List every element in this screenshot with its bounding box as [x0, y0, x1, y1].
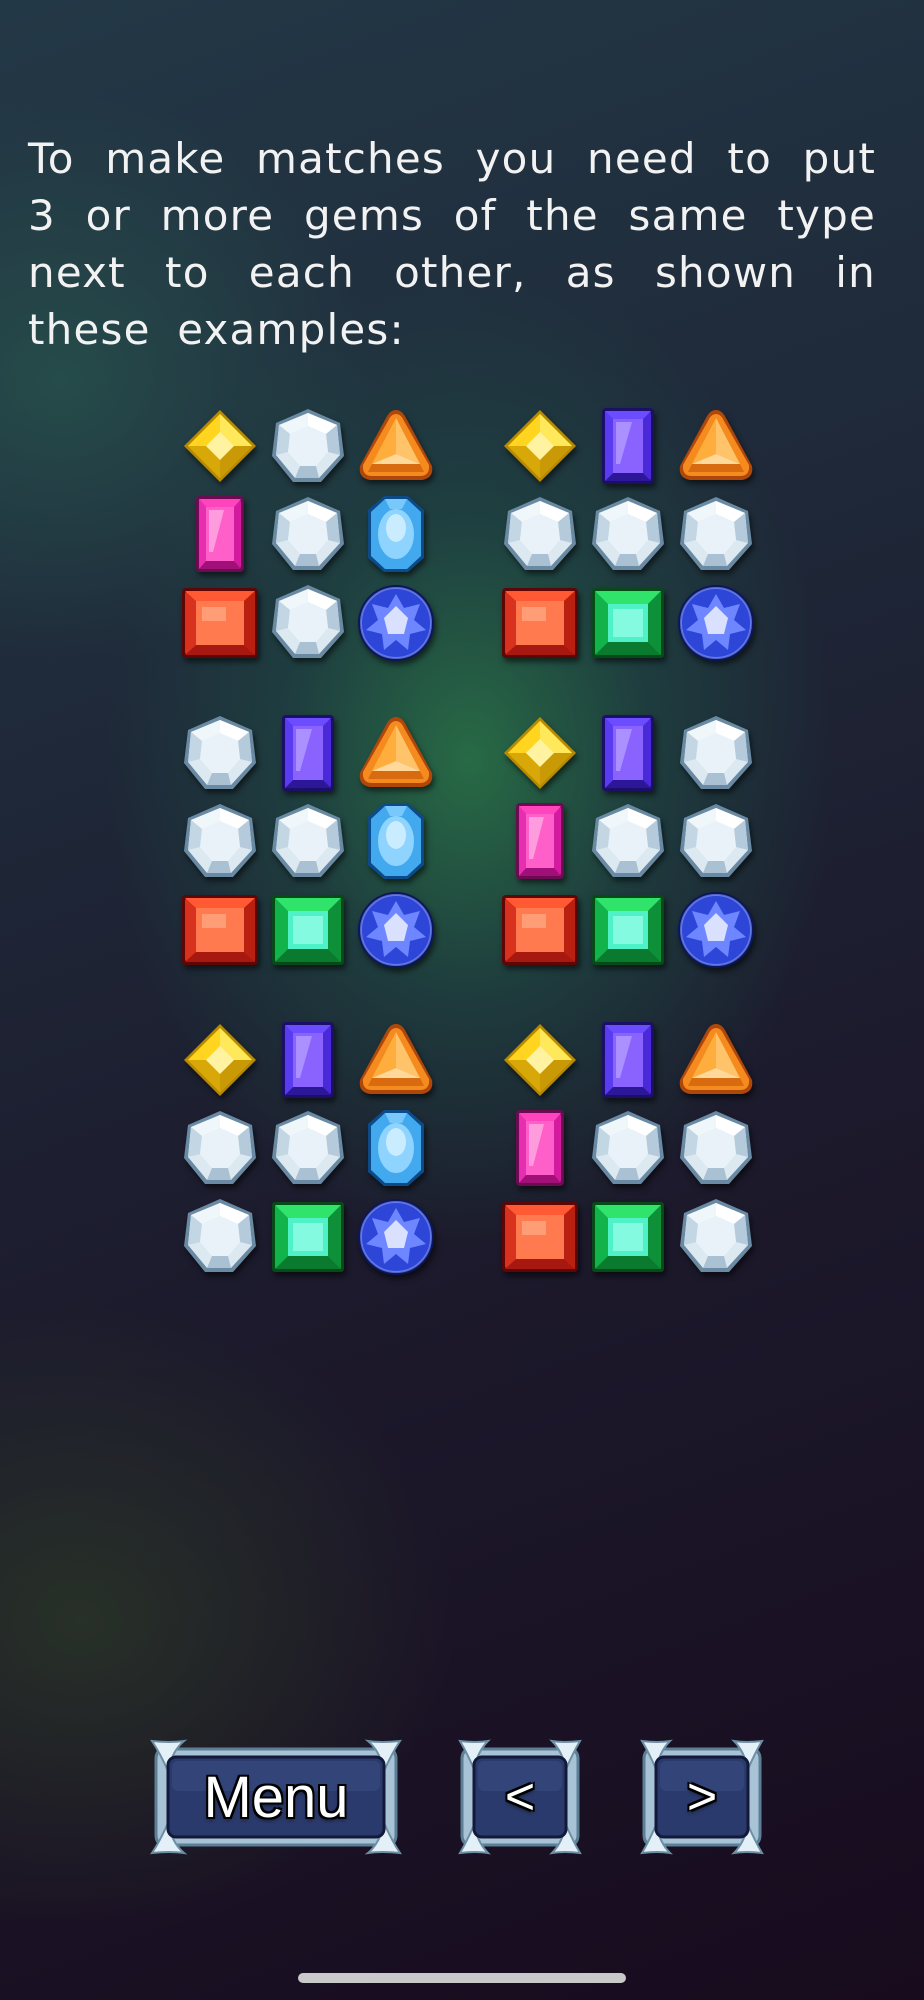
green-square-gem	[586, 580, 670, 664]
purple-rectangle-gem	[586, 711, 670, 795]
white-hexagon-gem	[266, 1106, 350, 1190]
purple-rectangle-gem	[586, 404, 670, 488]
home-indicator[interactable]	[298, 1973, 626, 1983]
pink-rectangle-gem	[498, 799, 582, 883]
orange-triangle-gem	[354, 711, 438, 795]
white-hexagon-gem	[586, 1106, 670, 1190]
example-board-2	[498, 404, 758, 664]
yellow-diamond-gem	[498, 1018, 582, 1102]
previous-page-button[interactable]: <	[458, 1737, 582, 1857]
white-hexagon-gem	[178, 799, 262, 883]
pink-rectangle-gem	[498, 1106, 582, 1190]
pink-rectangle-gem	[178, 492, 262, 576]
example-board-3	[178, 711, 438, 971]
light-blue-oval-gem	[354, 1106, 438, 1190]
green-square-gem	[586, 1194, 670, 1278]
previous-arrow-label: <	[504, 1768, 536, 1826]
white-hexagon-gem	[266, 580, 350, 664]
blue-round-gem	[354, 887, 438, 971]
blue-round-gem	[354, 1194, 438, 1278]
white-hexagon-gem	[178, 1106, 262, 1190]
next-page-button[interactable]: >	[640, 1737, 764, 1857]
white-hexagon-gem	[266, 404, 350, 488]
light-blue-oval-gem	[354, 492, 438, 576]
yellow-diamond-gem	[178, 1018, 262, 1102]
purple-rectangle-gem	[586, 1018, 670, 1102]
yellow-diamond-gem	[498, 404, 582, 488]
green-square-gem	[266, 1194, 350, 1278]
green-square-gem	[266, 887, 350, 971]
next-arrow-label: >	[686, 1768, 718, 1826]
white-hexagon-gem	[266, 799, 350, 883]
orange-triangle-gem	[674, 404, 758, 488]
blue-round-gem	[354, 580, 438, 664]
example-board-1	[178, 404, 438, 664]
white-hexagon-gem	[674, 711, 758, 795]
red-square-gem	[178, 887, 262, 971]
white-hexagon-gem	[586, 799, 670, 883]
blue-round-gem	[674, 887, 758, 971]
orange-triangle-gem	[674, 1018, 758, 1102]
example-board-4	[498, 711, 758, 971]
example-board-5	[178, 1018, 438, 1278]
white-hexagon-gem	[266, 492, 350, 576]
white-hexagon-gem	[178, 1194, 262, 1278]
yellow-diamond-gem	[178, 404, 262, 488]
white-hexagon-gem	[674, 799, 758, 883]
yellow-diamond-gem	[498, 711, 582, 795]
red-square-gem	[498, 1194, 582, 1278]
light-blue-oval-gem	[354, 799, 438, 883]
white-hexagon-gem	[674, 1194, 758, 1278]
red-square-gem	[498, 580, 582, 664]
white-hexagon-gem	[586, 492, 670, 576]
orange-triangle-gem	[354, 1018, 438, 1102]
green-square-gem	[586, 887, 670, 971]
red-square-gem	[178, 580, 262, 664]
red-square-gem	[498, 887, 582, 971]
menu-button[interactable]: Menu	[150, 1737, 402, 1857]
orange-triangle-gem	[354, 404, 438, 488]
white-hexagon-gem	[674, 492, 758, 576]
white-hexagon-gem	[498, 492, 582, 576]
blue-round-gem	[674, 580, 758, 664]
example-board-6	[498, 1018, 758, 1278]
white-hexagon-gem	[674, 1106, 758, 1190]
white-hexagon-gem	[178, 711, 262, 795]
menu-button-label: Menu	[203, 1764, 349, 1830]
instructions-text: To make matches you need to put 3 or mor…	[28, 134, 876, 354]
purple-rectangle-gem	[266, 711, 350, 795]
purple-rectangle-gem	[266, 1018, 350, 1102]
